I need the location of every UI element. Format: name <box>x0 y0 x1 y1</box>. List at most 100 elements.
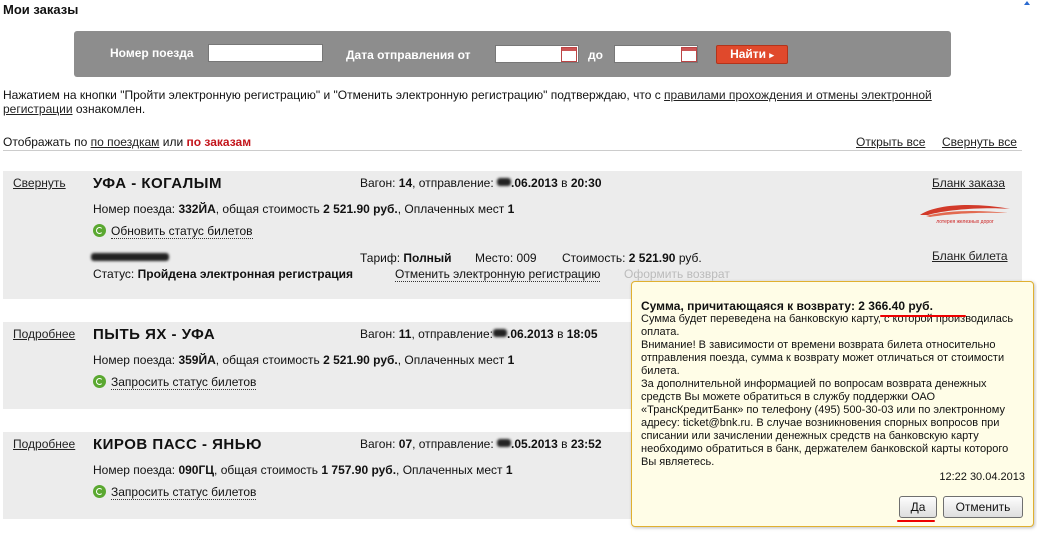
train-number-label: Номер поезда <box>110 46 194 60</box>
view-or: или <box>162 135 184 149</box>
departure-date: .06.2013 <box>507 327 554 341</box>
departure-at: в <box>557 327 564 341</box>
order-car-info: Вагон: 11, отправление: .06.2013 в 18:05 <box>360 327 598 341</box>
view-by-orders[interactable]: по заказам <box>187 135 252 149</box>
collapse-all-link[interactable]: Свернуть все <box>942 135 1017 149</box>
train-number: 359ЙА <box>178 353 216 367</box>
order-car-info: Вагон: 07, отправление: .05.2013 в 23:52 <box>360 437 602 451</box>
annotation-underline <box>880 315 966 317</box>
scroll-up-arrow-icon[interactable] <box>1023 0 1031 14</box>
view-prefix: Отображать по <box>3 135 88 149</box>
paid-label: , Оплаченных мест <box>396 463 503 477</box>
notice-text-end: ознакомлен. <box>72 102 146 116</box>
car-label: Вагон: <box>360 327 396 341</box>
departure-time: 23:52 <box>570 437 602 451</box>
train-number-input[interactable] <box>208 44 323 62</box>
redacted-mark <box>497 439 512 447</box>
redacted-mark <box>497 178 512 186</box>
order-card: Свернуть УФА - КОГАЛЫМ Вагон: 14, отправ… <box>3 171 1022 299</box>
refund-amount-dot: . <box>929 299 933 313</box>
notice-text: Нажатием на кнопки "Пройти электронную р… <box>3 88 665 102</box>
refund-link-disabled: Оформить возврат <box>624 267 730 281</box>
train-number: 090ГЦ <box>178 463 215 477</box>
view-by-trips-link[interactable]: по поездкам <box>91 135 160 149</box>
redacted-mark <box>493 329 508 337</box>
total-cost: 1 757.90 руб. <box>321 463 397 477</box>
order-route: УФА - КОГАЛЫМ <box>93 175 222 192</box>
cancel-button[interactable]: Отменить <box>943 496 1023 518</box>
order-summary: Номер поезда: 359ЙА, общая стоимость 2 5… <box>93 353 514 367</box>
refund-amount-label: Сумма, причитающаяся к возврату: <box>641 299 855 313</box>
car-label: Вагон: <box>360 437 396 451</box>
request-status-label: Запросить статус билетов <box>111 375 257 390</box>
refund-confirm-popup: Сумма, причитающаяся к возврату: 2 366.4… <box>631 281 1034 527</box>
refresh-icon <box>93 375 106 388</box>
popup-message: Сумма, причитающаяся к возврату: 2 366.4… <box>641 300 1023 469</box>
order-collapse-link[interactable]: Свернуть <box>13 176 66 190</box>
cancel-registration-link[interactable]: Отменить электронную регистрацию <box>395 267 601 282</box>
date-to-label: до <box>588 48 603 62</box>
total-label: , общая стоимость <box>215 202 320 216</box>
train-label: Номер поезда: <box>93 353 176 367</box>
annotation-underline <box>897 520 935 522</box>
total-label: , общая стоимость <box>214 463 319 477</box>
search-panel: Номер поезда Дата отправления от до <box>74 31 951 77</box>
departure-label: , отправление: <box>412 437 494 451</box>
view-switch: Отображать по по поездкам или по заказам <box>3 135 251 149</box>
cost-value: 2 521.90 <box>628 251 676 265</box>
paid-count: 1 <box>507 202 515 216</box>
paid-count: 1 <box>505 463 513 477</box>
yes-button[interactable]: Да <box>899 496 937 518</box>
cost-label: Стоимость: <box>562 251 626 265</box>
paid-label: , Оплаченных мест <box>397 202 505 216</box>
lottery-logo-icon: лотерея железных дорог <box>920 205 1010 225</box>
find-button[interactable]: Найти ▸ <box>716 45 788 64</box>
calendar-icon[interactable] <box>561 47 577 62</box>
car-number: 14 <box>398 176 413 190</box>
departure-at: в <box>561 437 568 451</box>
total-label: , общая стоимость <box>215 353 320 367</box>
departure-date: .06.2013 <box>511 176 558 190</box>
seat-value: 009 <box>516 251 537 265</box>
request-status-button[interactable]: Запросить статус билетов <box>93 375 257 390</box>
order-summary: Номер поезда: 332ЙА, общая стоимость 2 5… <box>93 202 514 216</box>
order-summary: Номер поезда: 090ГЦ, общая стоимость 1 7… <box>93 463 513 477</box>
total-cost: 2 521.90 руб. <box>323 353 398 367</box>
departure-at: в <box>561 176 568 190</box>
calendar-icon[interactable] <box>681 47 697 62</box>
car-number: 07 <box>398 437 413 451</box>
tariff-value: Полный <box>403 251 452 265</box>
popup-timestamp: 12:22 30.04.2013 <box>939 471 1025 483</box>
departure-label: , отправление: <box>412 176 494 190</box>
refresh-icon <box>93 224 106 237</box>
car-label: Вагон: <box>360 176 396 190</box>
departure-time: 18:05 <box>566 327 598 341</box>
logo-caption: лотерея железных дорог <box>936 219 994 225</box>
train-label: Номер поезда: <box>93 202 176 216</box>
refresh-status-button[interactable]: Обновить статус билетов <box>93 224 253 239</box>
train-label: Номер поезда: <box>93 463 176 477</box>
order-route: КИРОВ ПАСС - ЯНЬЮ <box>93 436 263 453</box>
paid-label: , Оплаченных мест <box>397 353 505 367</box>
ticket-form-link[interactable]: Бланк билета <box>932 249 1008 263</box>
arrow-right-icon: ▸ <box>769 50 774 60</box>
order-details-link[interactable]: Подробнее <box>13 327 75 341</box>
seat-label: Место: <box>475 251 514 265</box>
find-button-label: Найти <box>730 47 767 61</box>
ticket-cost: Стоимость: 2 521.90 руб. <box>562 251 702 265</box>
refresh-icon <box>93 485 106 498</box>
order-details-link[interactable]: Подробнее <box>13 437 75 451</box>
popup-card-note: Сумма будет переведена на банковскую кар… <box>641 313 1014 338</box>
total-cost: 2 521.90 руб. <box>323 202 398 216</box>
request-status-button[interactable]: Запросить статус билетов <box>93 485 257 500</box>
page-title: Мои заказы <box>3 2 79 17</box>
paid-count: 1 <box>507 353 515 367</box>
expand-all-link[interactable]: Открыть все <box>856 135 925 149</box>
ticket-status: Статус: Пройдена электронная регистрация <box>93 267 353 281</box>
order-form-link[interactable]: Бланк заказа <box>932 176 1005 190</box>
departure-time: 20:30 <box>570 176 602 190</box>
tariff-label: Тариф: <box>360 251 401 265</box>
ticket-tariff: Тариф: Полный <box>360 251 452 265</box>
refund-amount-line: Сумма, причитающаяся к возврату: 2 366.4… <box>641 300 1023 313</box>
redacted-passenger <box>91 253 169 261</box>
